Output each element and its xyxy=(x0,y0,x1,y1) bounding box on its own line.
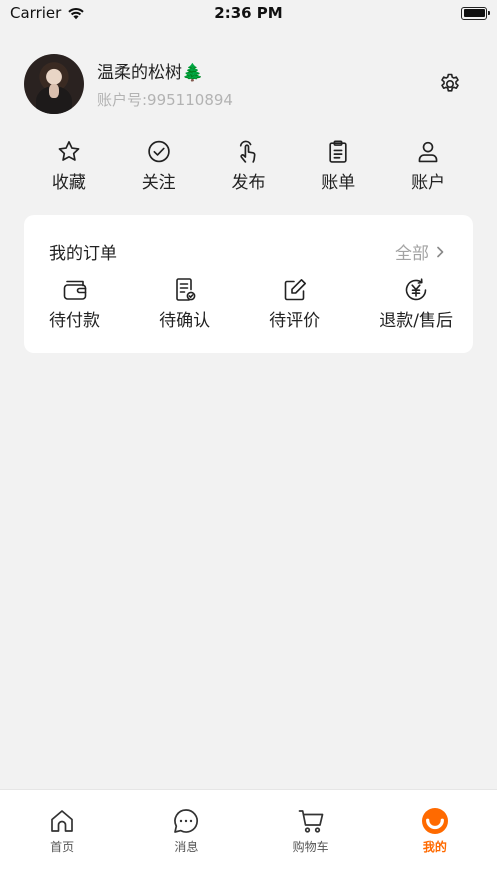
chat-icon xyxy=(174,809,199,833)
quick-action-label: 关注 xyxy=(141,173,176,193)
order-status-label: 待评价 xyxy=(269,311,321,331)
tab-bar: 首页 消息 购物车 我的 xyxy=(0,789,497,883)
order-status-label: 待付款 xyxy=(49,311,100,331)
edit-icon xyxy=(284,279,306,301)
quick-action-favorites[interactable]: 收藏 xyxy=(24,139,114,193)
clipboard-icon xyxy=(329,140,347,163)
order-status-row: 待付款 待确认 待评价 退款/售后 xyxy=(49,277,453,331)
username: 温柔的松树🌲 xyxy=(97,63,204,83)
quick-action-bills[interactable]: 账单 xyxy=(293,139,383,193)
carrier-label: Carrier xyxy=(10,4,62,22)
check-circle-icon xyxy=(147,140,170,163)
view-all-label: 全部 xyxy=(395,244,429,264)
tab-label: 首页 xyxy=(50,840,75,854)
quick-action-label: 发布 xyxy=(231,173,266,193)
order-pending-payment[interactable]: 待付款 xyxy=(49,277,100,331)
quick-action-label: 账单 xyxy=(321,173,356,193)
orders-card: 我的订单 全部 待付款 待确认 待评价 退款/售后 xyxy=(24,215,473,353)
quick-action-label: 账户 xyxy=(411,173,446,193)
tab-messages[interactable]: 消息 xyxy=(124,790,248,883)
tab-label: 消息 xyxy=(174,840,199,854)
order-pending-confirm[interactable]: 待确认 xyxy=(159,277,210,331)
wifi-icon xyxy=(68,7,85,20)
status-left: Carrier xyxy=(10,4,85,22)
tab-label: 购物车 xyxy=(292,840,329,854)
profile-text: 温柔的松树🌲 账户号:995110894 xyxy=(97,58,233,110)
wallet-icon xyxy=(63,280,86,300)
account-id: 账户号:995110894 xyxy=(97,91,233,109)
order-status-label: 退款/售后 xyxy=(379,311,453,331)
tab-me[interactable]: 我的 xyxy=(373,790,497,883)
quick-action-publish[interactable]: 发布 xyxy=(204,139,294,193)
yen-refund-icon xyxy=(405,278,427,301)
view-all-orders-link[interactable]: 全部 xyxy=(395,239,445,264)
profile-header: 温柔的松树🌲 账户号:995110894 xyxy=(24,54,474,114)
quick-actions: 收藏 关注 发布 账单 账户 xyxy=(24,139,473,193)
smile-icon xyxy=(421,808,448,834)
user-icon xyxy=(418,141,438,163)
quick-action-label: 收藏 xyxy=(51,173,86,193)
star-icon xyxy=(58,141,80,161)
quick-action-follow[interactable]: 关注 xyxy=(114,139,204,193)
status-bar: Carrier 2:36 PM xyxy=(0,0,497,26)
tab-label: 我的 xyxy=(422,840,447,854)
receipt-check-icon xyxy=(175,278,195,301)
tab-cart[interactable]: 购物车 xyxy=(249,790,373,883)
orders-header: 我的订单 全部 xyxy=(49,239,445,264)
order-status-label: 待确认 xyxy=(159,311,211,331)
cart-icon xyxy=(298,810,323,833)
avatar[interactable] xyxy=(24,54,84,114)
tap-hand-icon xyxy=(240,140,256,163)
quick-action-account[interactable]: 账户 xyxy=(383,139,473,193)
battery-icon xyxy=(461,6,490,20)
tab-home[interactable]: 首页 xyxy=(0,790,124,883)
order-pending-review[interactable]: 待评价 xyxy=(269,277,320,331)
home-icon xyxy=(51,810,73,832)
orders-title: 我的订单 xyxy=(49,244,117,264)
order-refund-aftersales[interactable]: 退款/售后 xyxy=(379,277,453,331)
gear-icon[interactable] xyxy=(438,72,462,96)
chevron-right-icon xyxy=(437,246,444,257)
